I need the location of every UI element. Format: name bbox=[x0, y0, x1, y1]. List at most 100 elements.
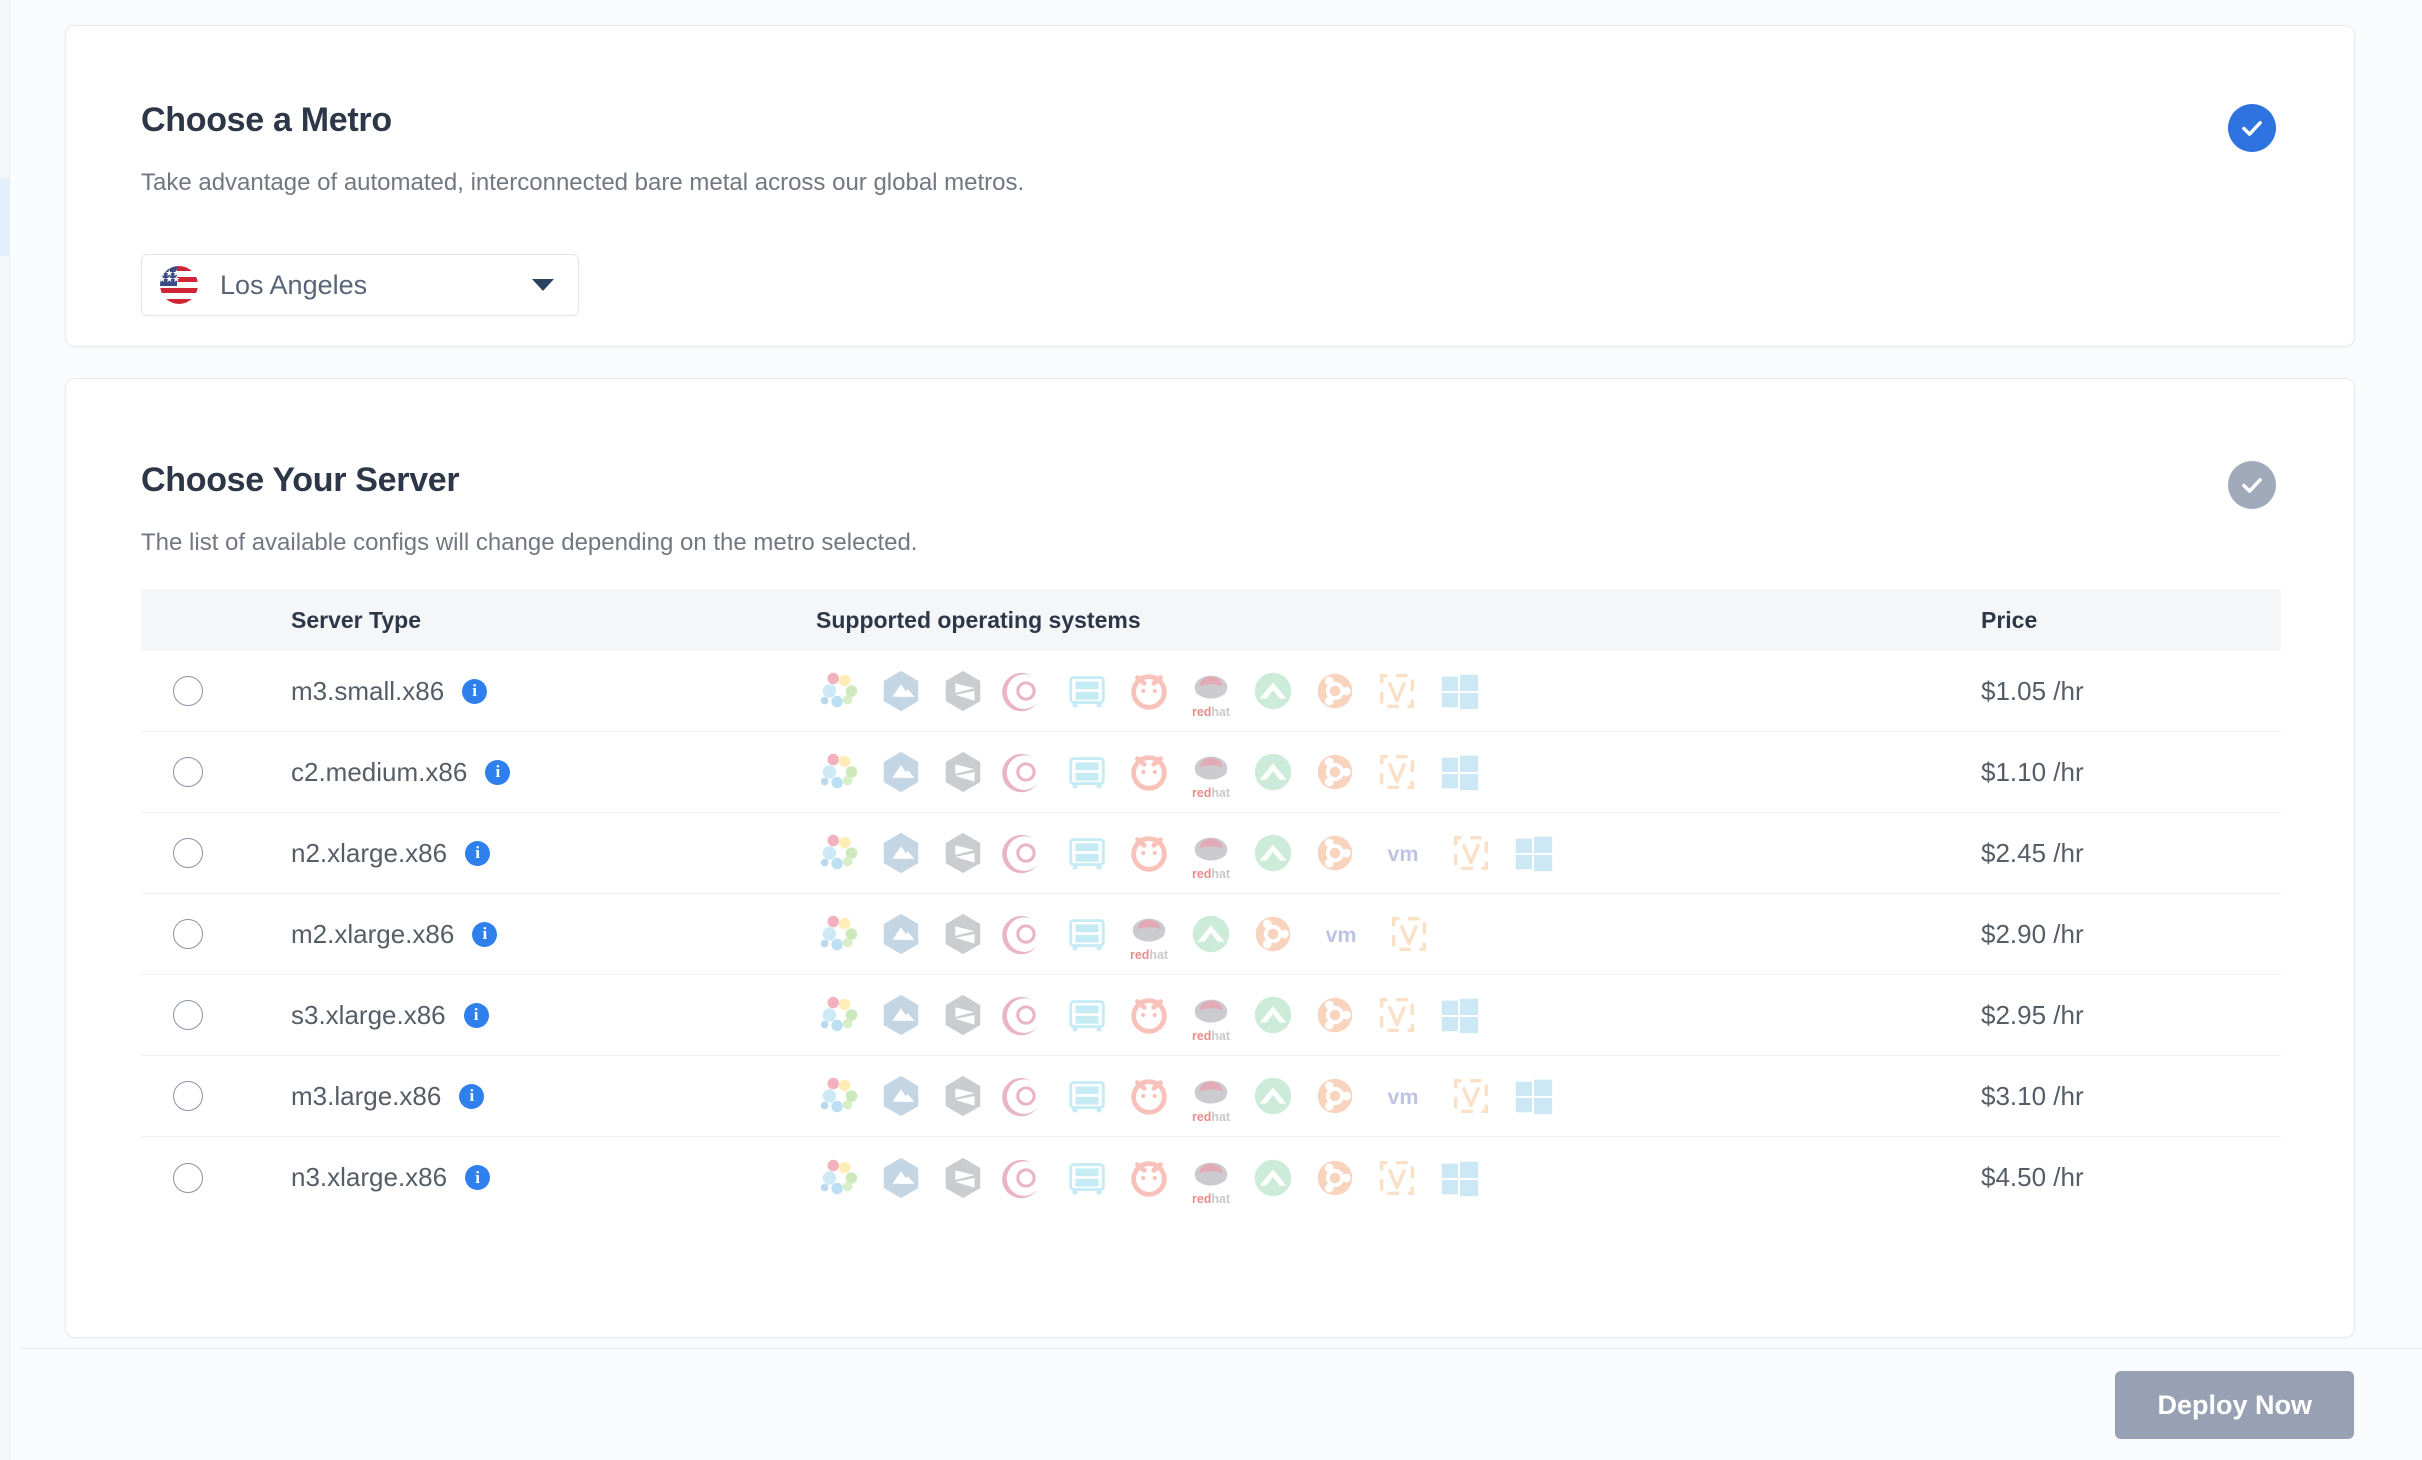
rocky-icon bbox=[1250, 830, 1296, 876]
debian-icon bbox=[1002, 830, 1048, 876]
server-status-check-icon bbox=[2228, 461, 2276, 509]
server-type-label: n2.xlarge.x86 bbox=[291, 837, 448, 868]
table-row[interactable]: m3.large.x86 i redhat vm $3.10 /hr bbox=[141, 1056, 2281, 1137]
freebsd-icon bbox=[1126, 1073, 1172, 1119]
rockylinux-alt-icon bbox=[878, 668, 924, 714]
server-type-label: s3.xlarge.x86 bbox=[291, 999, 446, 1030]
row-radio-cell bbox=[141, 1081, 291, 1111]
redhat-icon: redhat bbox=[1188, 668, 1234, 719]
server-radio-button-c2.medium.x86[interactable] bbox=[173, 757, 203, 787]
rocky-icon bbox=[1250, 668, 1296, 714]
flatcar-icon bbox=[1064, 911, 1110, 957]
server-section-title: Choose Your Server bbox=[141, 461, 460, 499]
server-type-label: m3.large.x86 bbox=[291, 1080, 442, 1111]
table-row[interactable]: s3.xlarge.x86 i redhat $2.95 /hr bbox=[141, 975, 2281, 1056]
table-row[interactable]: c2.medium.x86 i redhat $1.10 /hr bbox=[141, 732, 2281, 813]
rockylinux-alt-icon bbox=[878, 1073, 924, 1119]
centos-icon bbox=[940, 992, 986, 1038]
price-cell: $1.05 /hr bbox=[1981, 675, 2084, 706]
table-row[interactable]: n3.xlarge.x86 i redhat $4.50 /hr bbox=[141, 1137, 2281, 1218]
supported-os-cell: redhat vm bbox=[816, 1073, 1981, 1124]
ubuntu-icon bbox=[1312, 749, 1358, 795]
redhat-icon: redhat bbox=[1126, 911, 1172, 962]
sidebar-strip bbox=[0, 0, 10, 1460]
windows-icon bbox=[1510, 830, 1556, 876]
server-type-label: m3.small.x86 bbox=[291, 675, 445, 706]
price-cell: $2.45 /hr bbox=[1981, 837, 2084, 868]
svg-text:redhat: redhat bbox=[1192, 705, 1230, 719]
sidebar-active-item[interactable] bbox=[0, 178, 10, 256]
debian-icon bbox=[1002, 992, 1048, 1038]
rockylinux-alt-icon bbox=[878, 749, 924, 795]
server-radio-button-n2.xlarge.x86[interactable] bbox=[173, 838, 203, 868]
table-row[interactable]: n2.xlarge.x86 i redhat vm $2.45 /hr bbox=[141, 813, 2281, 894]
choose-metro-card: Choose a Metro Take advantage of automat… bbox=[65, 25, 2355, 347]
debian-icon bbox=[1002, 668, 1048, 714]
header-server-type: Server Type bbox=[291, 606, 421, 633]
chevron-down-icon bbox=[532, 279, 554, 291]
server-table: Server Type Supported operating systems … bbox=[141, 589, 2281, 1218]
footer-bar: Deploy Now bbox=[20, 1348, 2422, 1460]
server-radio-button-m2.xlarge.x86[interactable] bbox=[173, 919, 203, 949]
supported-os-cell: redhat bbox=[816, 668, 1981, 719]
row-radio-cell bbox=[141, 757, 291, 787]
vmware-icon: vm bbox=[1374, 1073, 1432, 1119]
supported-os-cell: redhat bbox=[816, 992, 1981, 1043]
centos-icon bbox=[940, 911, 986, 957]
metro-section-subtitle: Take advantage of automated, interconnec… bbox=[141, 169, 1025, 196]
vyos-icon bbox=[1374, 992, 1420, 1038]
ubuntu-icon bbox=[1312, 1073, 1358, 1119]
rockylinux-alt-icon bbox=[878, 992, 924, 1038]
ubuntu-icon bbox=[1312, 668, 1358, 714]
flatcar-icon bbox=[1064, 1155, 1110, 1201]
ubuntu-icon bbox=[1250, 911, 1296, 957]
svg-text:redhat: redhat bbox=[1192, 1110, 1230, 1124]
vmware-icon: vm bbox=[1374, 830, 1432, 876]
info-icon[interactable]: i bbox=[465, 1165, 491, 1190]
windows-icon bbox=[1436, 992, 1482, 1038]
price-cell: $2.95 /hr bbox=[1981, 999, 2084, 1030]
server-radio-button-n3.xlarge.x86[interactable] bbox=[173, 1162, 203, 1193]
centos-icon bbox=[940, 668, 986, 714]
price-cell: $3.10 /hr bbox=[1981, 1080, 2084, 1111]
info-icon[interactable]: i bbox=[472, 921, 498, 947]
info-icon[interactable]: i bbox=[462, 678, 488, 704]
table-row[interactable]: m3.small.x86 i redhat $1.05 /hr bbox=[141, 651, 2281, 732]
price-cell: $1.10 /hr bbox=[1981, 756, 2084, 787]
flatcar-icon bbox=[1064, 1073, 1110, 1119]
info-icon[interactable]: i bbox=[485, 759, 511, 785]
server-radio-button-m3.large.x86[interactable] bbox=[173, 1081, 203, 1111]
info-icon[interactable]: i bbox=[463, 1002, 489, 1028]
row-radio-cell bbox=[141, 919, 291, 949]
row-radio-cell bbox=[141, 1000, 291, 1030]
svg-text:vm: vm bbox=[1325, 923, 1356, 947]
header-operating-systems: Supported operating systems bbox=[816, 606, 1141, 633]
supported-os-cell: redhat bbox=[816, 749, 1981, 800]
centos-icon bbox=[940, 749, 986, 795]
server-radio-button-s3.xlarge.x86[interactable] bbox=[173, 1000, 203, 1030]
freebsd-icon bbox=[1126, 1155, 1172, 1201]
vyos-icon bbox=[1448, 1073, 1494, 1119]
deploy-now-button[interactable]: Deploy Now bbox=[2115, 1371, 2354, 1439]
rocky-icon bbox=[1250, 1073, 1296, 1119]
flatcar-icon bbox=[1064, 992, 1110, 1038]
header-price: Price bbox=[1981, 606, 2038, 633]
rockylinux-alt-icon bbox=[878, 830, 924, 876]
metro-selected-value: Los Angeles bbox=[220, 269, 368, 300]
server-radio-button-m3.small.x86[interactable] bbox=[173, 676, 203, 706]
info-icon[interactable]: i bbox=[465, 840, 491, 866]
supported-os-cell: redhat bbox=[816, 1155, 1981, 1205]
ubuntu-icon bbox=[1312, 830, 1358, 876]
server-type-cell: n2.xlarge.x86 i bbox=[291, 838, 816, 869]
server-type-label: m2.xlarge.x86 bbox=[291, 918, 455, 949]
table-row[interactable]: m2.xlarge.x86 i redhat vm $2.90 /hr bbox=[141, 894, 2281, 975]
vyos-icon bbox=[1374, 1155, 1420, 1201]
windows-icon bbox=[1436, 1155, 1482, 1201]
info-icon[interactable]: i bbox=[459, 1083, 485, 1109]
ubuntu-icon bbox=[1312, 1155, 1358, 1201]
svg-text:redhat: redhat bbox=[1192, 1029, 1230, 1043]
svg-text:redhat: redhat bbox=[1192, 1191, 1230, 1205]
redhat-icon: redhat bbox=[1188, 749, 1234, 800]
centos-icon bbox=[940, 830, 986, 876]
metro-select-dropdown[interactable]: ★★★ ★★★ Los Angeles bbox=[141, 254, 579, 316]
